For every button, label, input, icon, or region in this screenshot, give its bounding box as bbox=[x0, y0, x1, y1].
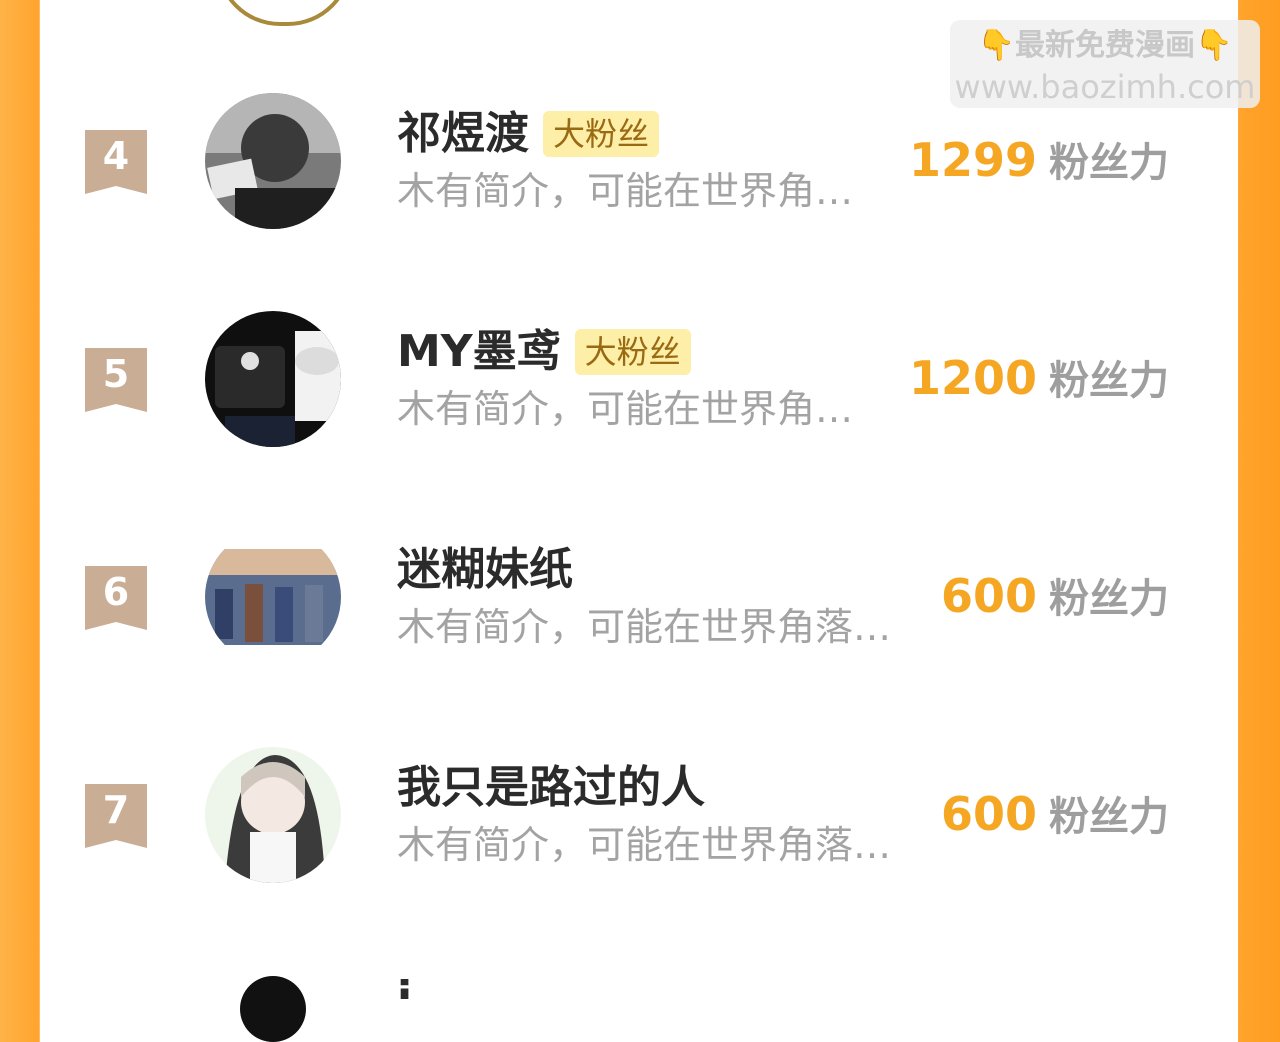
fan-power-value: 1299 bbox=[908, 133, 1037, 187]
ranking-row[interactable]: 5 MY墨鸢 大粉丝 木有简介，可能在世界角… 1200 粉丝力 bbox=[0, 310, 1280, 450]
avatar[interactable] bbox=[205, 93, 341, 229]
user-name[interactable]: 迷糊妹纸 bbox=[397, 542, 573, 598]
avatar[interactable] bbox=[205, 311, 341, 447]
watermark-banner: 👇最新免费漫画👇 www.baozimh.com bbox=[950, 20, 1260, 108]
user-name[interactable]: 我只是路过的人 bbox=[397, 760, 705, 816]
user-description: 木有简介，可能在世界角落… bbox=[397, 605, 892, 649]
fan-badge: 大粉丝 bbox=[574, 329, 691, 375]
ranking-row[interactable]: 6 迷糊妹纸 木有简介，可能在世界角落… 600 粉丝力 bbox=[0, 528, 1280, 668]
user-description: 木有简介，可能在世界角落… bbox=[397, 823, 892, 867]
fan-power-label: 粉丝力 bbox=[1049, 358, 1169, 404]
rank-ribbon-icon: 7 bbox=[85, 784, 147, 848]
fan-power-label: 粉丝力 bbox=[1049, 576, 1169, 622]
fan-power-value: 1200 bbox=[908, 351, 1037, 405]
fan-power-value: 600 bbox=[940, 787, 1037, 841]
rank-ribbon-icon: 5 bbox=[85, 348, 147, 412]
rank-ribbon-icon: 4 bbox=[85, 130, 147, 194]
pointing-down-icon: 👇 bbox=[977, 28, 1015, 63]
avatar[interactable] bbox=[205, 747, 341, 883]
avatar[interactable] bbox=[205, 529, 341, 665]
rank-number: 5 bbox=[102, 352, 130, 396]
fan-power-value: 600 bbox=[940, 569, 1037, 623]
user-description: 木有简介，可能在世界角… bbox=[397, 387, 854, 431]
watermark-text: 最新免费漫画 bbox=[1015, 28, 1195, 63]
avatar-next-partial[interactable] bbox=[240, 976, 306, 1042]
fan-badge: 大粉丝 bbox=[543, 111, 660, 157]
ranking-row[interactable]: 7 我只是路过的人 木有简介，可能在世界角落… 600 粉丝力 bbox=[0, 746, 1280, 886]
user-name[interactable]: MY墨鸢 bbox=[397, 324, 561, 380]
pointing-down-icon: 👇 bbox=[1195, 28, 1233, 63]
rank-number: 6 bbox=[102, 570, 130, 614]
ranking-row[interactable]: 4 祁煜渡 大粉丝 木有简介，可能在世界角… 1299 粉丝力 bbox=[0, 92, 1280, 232]
user-name-next-partial[interactable]: i bbox=[397, 978, 412, 999]
fan-power-label: 粉丝力 bbox=[1049, 140, 1169, 186]
rank-number: 7 bbox=[102, 788, 130, 832]
rank-ribbon-icon: 6 bbox=[85, 566, 147, 630]
user-description: 木有简介，可能在世界角… bbox=[397, 169, 854, 213]
user-name[interactable]: 祁煜渡 bbox=[397, 106, 529, 162]
watermark-url: www.baozimh.com bbox=[954, 68, 1256, 106]
rank-number: 4 bbox=[102, 134, 130, 178]
fan-power-label: 粉丝力 bbox=[1049, 794, 1169, 840]
